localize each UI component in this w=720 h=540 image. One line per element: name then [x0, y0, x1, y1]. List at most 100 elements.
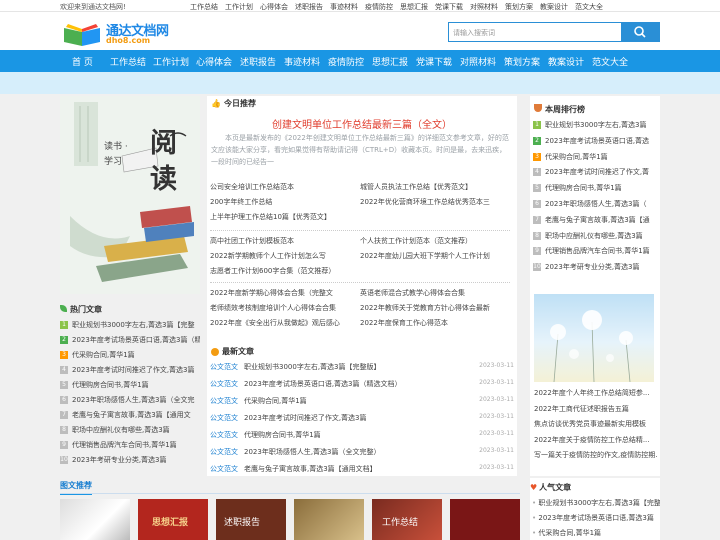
list-item[interactable]: 1 职业规划书3000字左右,菁选3篇: [533, 118, 658, 134]
table-row[interactable]: 公文范文 代理购房合同书,菁华1篇 2023-03-11: [210, 430, 516, 447]
list-item[interactable]: • 职业规划书3000字左右,菁选3篇【完整: [532, 496, 660, 511]
category-tag[interactable]: 公文范文: [210, 363, 238, 371]
article-link[interactable]: 英语老师混合式教学心得体会合集: [360, 288, 465, 298]
list-item[interactable]: 3 代采购合同,菁华1篇: [60, 348, 200, 363]
article-link[interactable]: 2022年度幼儿园大班下学期个人工作计划: [360, 251, 490, 261]
category-tag[interactable]: 公文范文: [210, 380, 238, 388]
weekly-ranking-title: 本周排行榜: [534, 104, 585, 115]
list-item[interactable]: 焦点访谈优秀党员事迹最新实用模板: [534, 417, 658, 433]
nav-item[interactable]: 工作总结: [110, 55, 146, 68]
top-link[interactable]: 范文大全: [575, 3, 603, 11]
search-button[interactable]: [621, 23, 659, 41]
date: 2023-03-11: [479, 447, 514, 454]
top-link[interactable]: 心得体会: [260, 3, 288, 11]
divider: [210, 230, 510, 231]
featured-cover-image[interactable]: 阅读 读书 · 学习: [60, 96, 200, 294]
gallery-thumb[interactable]: [294, 499, 364, 540]
nav-item[interactable]: 心得体会: [196, 55, 232, 68]
top-link[interactable]: 策划方案: [505, 3, 533, 11]
article-link[interactable]: 2022新学期教师个人工作计划怎么写: [210, 251, 326, 261]
top-link[interactable]: 对照材料: [470, 3, 498, 11]
article-link[interactable]: 2022年度《安全出行从我做起》观后感心: [210, 318, 340, 328]
top-link[interactable]: 工作总结: [190, 3, 218, 11]
table-row[interactable]: 公文范文 2023年职场感悟人生,菁选3篇（全文完整） 2023-03-11: [210, 447, 516, 464]
rank-number: 5: [60, 381, 68, 389]
list-item[interactable]: 4 2023年度考试时间推迟了作文,菁选3篇: [60, 363, 200, 378]
nav-item[interactable]: 述职报告: [240, 55, 276, 68]
article-link[interactable]: 2022年度新学期心得体会合集（完整文: [210, 288, 333, 298]
table-row[interactable]: 公文范文 代采购合同,菁华1篇 2023-03-11: [210, 396, 516, 413]
search-input[interactable]: 请输入搜索词: [453, 28, 495, 38]
list-item[interactable]: 5 代理购房合同书,菁华1篇: [533, 181, 658, 197]
top-link[interactable]: 思想汇报: [400, 3, 428, 11]
list-item[interactable]: 7 老鹰与兔子寓言故事,菁选3篇【通用文: [60, 408, 200, 423]
list-item[interactable]: 8 职场中应酬礼仪有哪些,菁选3篇: [60, 423, 200, 438]
article-link[interactable]: 个人扶贫工作计划范本（范文推荐）: [360, 236, 472, 246]
gallery-thumb[interactable]: [450, 499, 520, 540]
list-item[interactable]: 2 2023年度考试场景英语口语,菁选3篇（精: [60, 333, 200, 348]
list-item[interactable]: 2 2023年度考试场景英语口语,菁选: [533, 134, 658, 150]
nav-home[interactable]: 首 页: [72, 55, 93, 68]
list-item[interactable]: 6 2023年职场感悟人生,菁选3篇（全文完: [60, 393, 200, 408]
list-item[interactable]: 8 职场中应酬礼仪有哪些,菁选3篇: [533, 229, 658, 245]
gallery-thumb[interactable]: 述职报告: [216, 499, 286, 540]
article-link[interactable]: 2022年教师关于党教育方针心得体会最新: [360, 303, 490, 313]
category-tag[interactable]: 公文范文: [210, 465, 238, 473]
list-item[interactable]: 4 2023年度考试时间推迟了作文,菁: [533, 165, 658, 181]
nav-item[interactable]: 范文大全: [592, 55, 628, 68]
top-link[interactable]: 工作计划: [225, 3, 253, 11]
article-link[interactable]: 城管人员执法工作总结【优秀范文】: [360, 182, 472, 192]
list-item[interactable]: 9 代理销售品牌汽车合同书,菁华1篇: [533, 244, 658, 260]
article-link[interactable]: 公司安全培训工作总结范本: [210, 182, 294, 192]
list-item[interactable]: 5 代理购房合同书,菁华1篇: [60, 378, 200, 393]
article-link[interactable]: 老师绩效考核制度培训个人心得体会合集: [210, 303, 336, 313]
list-item[interactable]: 写一篇关于疫情防控的作文,疫情防控期...: [534, 448, 658, 464]
table-row[interactable]: 公文范文 职业规划书3000字左右,菁选3篇【完整版】 2023-03-11: [210, 362, 516, 379]
article-link[interactable]: 2022年优化营商环境工作总结优秀范本三: [360, 197, 490, 207]
list-item[interactable]: 10 2023年考研专业分类,菁选3篇: [533, 260, 658, 276]
list-item[interactable]: 2022年度个人年终工作总结简短参...: [534, 386, 658, 402]
gallery-thumb[interactable]: 工作总结: [372, 499, 442, 540]
table-row[interactable]: 公文范文 2023年度考试场景英语口语,菁选3篇（精选文档） 2023-03-11: [210, 379, 516, 396]
nav-item[interactable]: 工作计划: [153, 55, 189, 68]
category-tag[interactable]: 公文范文: [210, 431, 238, 439]
table-row[interactable]: 公文范文 2023年度考试时间推迟了作文,菁选3篇 2023-03-11: [210, 413, 516, 430]
headline-link[interactable]: 创建文明单位工作总结最新三篇（全文）: [207, 116, 517, 131]
nav-item[interactable]: 对照材料: [460, 55, 496, 68]
dandelion-image[interactable]: [534, 294, 654, 382]
list-item[interactable]: 6 2023年职场感悟人生,菁选3篇（: [533, 197, 658, 213]
article-link[interactable]: 上半年护理工作总结10篇【优秀范文】: [210, 212, 331, 222]
category-tag[interactable]: 公文范文: [210, 448, 238, 456]
top-link[interactable]: 事迹材料: [330, 3, 358, 11]
top-link[interactable]: 疫情防控: [365, 3, 393, 11]
list-item[interactable]: 9 代理销售品牌汽车合同书,菁华1篇: [60, 438, 200, 453]
list-item[interactable]: • 代采购合同,菁华1篇: [532, 526, 660, 540]
article-link[interactable]: 2022年度保育工作心得范本: [360, 318, 448, 328]
article-link[interactable]: 200字年终工作总结: [210, 197, 272, 207]
list-item[interactable]: 3 代采购合同,菁华1篇: [533, 150, 658, 166]
list-item[interactable]: 2022年度关于疫情防控工作总结精...: [534, 433, 658, 449]
nav-item[interactable]: 思想汇报: [372, 55, 408, 68]
list-item[interactable]: 7 老鹰与兔子寓言故事,菁选3篇【通: [533, 213, 658, 229]
top-link[interactable]: 述职报告: [295, 3, 323, 11]
nav-item[interactable]: 教案设计: [548, 55, 584, 68]
list-item[interactable]: 1 职业规划书3000字左右,菁选3篇【完整: [60, 318, 200, 333]
top-link[interactable]: 教案设计: [540, 3, 568, 11]
category-tag[interactable]: 公文范文: [210, 414, 238, 422]
nav-item[interactable]: 疫情防控: [328, 55, 364, 68]
category-tag[interactable]: 公文范文: [210, 397, 238, 405]
hot-articles-label: 热门文章: [70, 305, 102, 314]
site-logo[interactable]: 通达文档网 dho8.com: [62, 20, 169, 48]
article-link[interactable]: 高中社团工作计划模板范本: [210, 236, 294, 246]
popular-list: • 职业规划书3000字左右,菁选3篇【完整 • 2023年度考试场景英语口语,…: [532, 496, 660, 540]
list-item[interactable]: • 2023年度考试场景英语口语,菁选3篇: [532, 511, 660, 526]
gallery-thumb[interactable]: [60, 499, 130, 540]
nav-item[interactable]: 党课下载: [416, 55, 452, 68]
list-item[interactable]: 10 2023年考研专业分类,菁选3篇: [60, 453, 200, 468]
nav-item[interactable]: 策划方案: [504, 55, 540, 68]
nav-item[interactable]: 事迹材料: [284, 55, 320, 68]
gallery-thumb[interactable]: 思想汇报: [138, 499, 208, 540]
article-link[interactable]: 志愿者工作计划600字合集（范文推荐）: [210, 266, 335, 276]
list-item[interactable]: 2022年工商代征述职报告五篇: [534, 402, 658, 418]
top-link[interactable]: 党课下载: [435, 3, 463, 11]
